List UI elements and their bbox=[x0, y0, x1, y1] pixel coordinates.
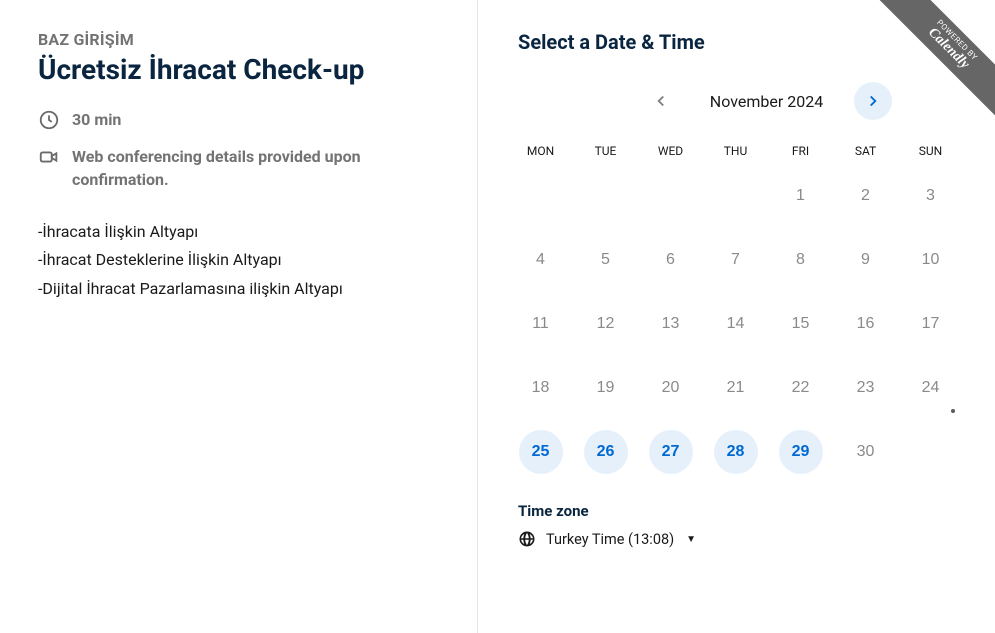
available-day[interactable]: 26 bbox=[584, 430, 628, 474]
unavailable-day: 12 bbox=[584, 302, 628, 346]
weekday: TUE bbox=[573, 138, 638, 164]
timezone-section: Time zone Turkey Time (13:08) ▼ bbox=[518, 502, 965, 548]
timezone-label: Time zone bbox=[518, 502, 965, 520]
unavailable-day: 10 bbox=[909, 238, 953, 282]
unavailable-day: 9 bbox=[844, 238, 888, 282]
weekday: MON bbox=[508, 138, 573, 164]
month-label: November 2024 bbox=[692, 92, 842, 111]
description-line: -İhracata İlişkin Altyapı bbox=[38, 218, 447, 247]
weekday: WED bbox=[638, 138, 703, 164]
event-title: Ücretsiz İhracat Check-up bbox=[38, 53, 447, 86]
next-month-button[interactable] bbox=[854, 82, 892, 120]
unavailable-day: 24 bbox=[909, 366, 953, 410]
empty-day bbox=[573, 172, 638, 220]
duration-text: 30 min bbox=[72, 108, 121, 131]
description-line: -Dijital İhracat Pazarlamasına ilişkin A… bbox=[38, 275, 447, 304]
event-description: -İhracata İlişkin Altyapı-İhracat Destek… bbox=[38, 218, 447, 304]
unavailable-day: 17 bbox=[909, 302, 953, 346]
unavailable-day: 14 bbox=[714, 302, 758, 346]
unavailable-day: 16 bbox=[844, 302, 888, 346]
prev-month-button[interactable] bbox=[642, 82, 680, 120]
available-day[interactable]: 29 bbox=[779, 430, 823, 474]
weekday: SAT bbox=[833, 138, 898, 164]
caret-down-icon: ▼ bbox=[686, 534, 696, 545]
empty-day bbox=[703, 172, 768, 220]
conferencing-row: Web conferencing details provided upon c… bbox=[38, 145, 447, 191]
event-details-panel: BAZ GİRİŞİM Ücretsiz İhracat Check-up 30… bbox=[0, 0, 478, 633]
duration-row: 30 min bbox=[38, 108, 447, 131]
weekday: SUN bbox=[898, 138, 963, 164]
calendar-days: 1234567891011121314151617181920212223242… bbox=[508, 172, 963, 476]
unavailable-day: 19 bbox=[584, 366, 628, 410]
weekday: FRI bbox=[768, 138, 833, 164]
clock-icon bbox=[38, 109, 60, 131]
available-day[interactable]: 25 bbox=[519, 430, 563, 474]
available-day[interactable]: 28 bbox=[714, 430, 758, 474]
unavailable-day: 11 bbox=[519, 302, 563, 346]
unavailable-day: 4 bbox=[519, 238, 563, 282]
unavailable-day: 2 bbox=[844, 174, 888, 218]
timezone-value: Turkey Time (13:08) bbox=[546, 531, 674, 548]
description-line: -İhracat Destekler­ine İlişkin Altyapı bbox=[38, 246, 447, 275]
unavailable-day: 20 bbox=[649, 366, 693, 410]
unavailable-day: 18 bbox=[519, 366, 563, 410]
unavailable-day: 22 bbox=[779, 366, 823, 410]
select-date-heading: Select a Date & Time bbox=[518, 30, 965, 54]
month-navigation: November 2024 bbox=[568, 82, 965, 120]
weekday: THU bbox=[703, 138, 768, 164]
globe-icon bbox=[518, 530, 536, 548]
unavailable-day: 6 bbox=[649, 238, 693, 282]
conferencing-text: Web conferencing details provided upon c… bbox=[72, 145, 447, 191]
unavailable-day: 15 bbox=[779, 302, 823, 346]
unavailable-day: 23 bbox=[844, 366, 888, 410]
unavailable-day: 7 bbox=[714, 238, 758, 282]
unavailable-day: 21 bbox=[714, 366, 758, 410]
empty-day bbox=[508, 172, 573, 220]
unavailable-day: 1 bbox=[779, 174, 823, 218]
timezone-select[interactable]: Turkey Time (13:08) ▼ bbox=[518, 530, 965, 548]
empty-day bbox=[638, 172, 703, 220]
weekday-header: MONTUEWEDTHUFRISATSUN bbox=[508, 138, 963, 164]
unavailable-day: 13 bbox=[649, 302, 693, 346]
scheduler-panel: Select a Date & Time November 2024 MONTU… bbox=[478, 0, 995, 633]
unavailable-day: 3 bbox=[909, 174, 953, 218]
unavailable-day: 5 bbox=[584, 238, 628, 282]
video-icon bbox=[38, 146, 60, 168]
unavailable-day: 30 bbox=[844, 430, 888, 474]
unavailable-day: 8 bbox=[779, 238, 823, 282]
available-day[interactable]: 27 bbox=[649, 430, 693, 474]
calendar: MONTUEWEDTHUFRISATSUN 123456789101112131… bbox=[508, 138, 963, 476]
organizer-name: BAZ GİRİŞİM bbox=[38, 30, 447, 49]
